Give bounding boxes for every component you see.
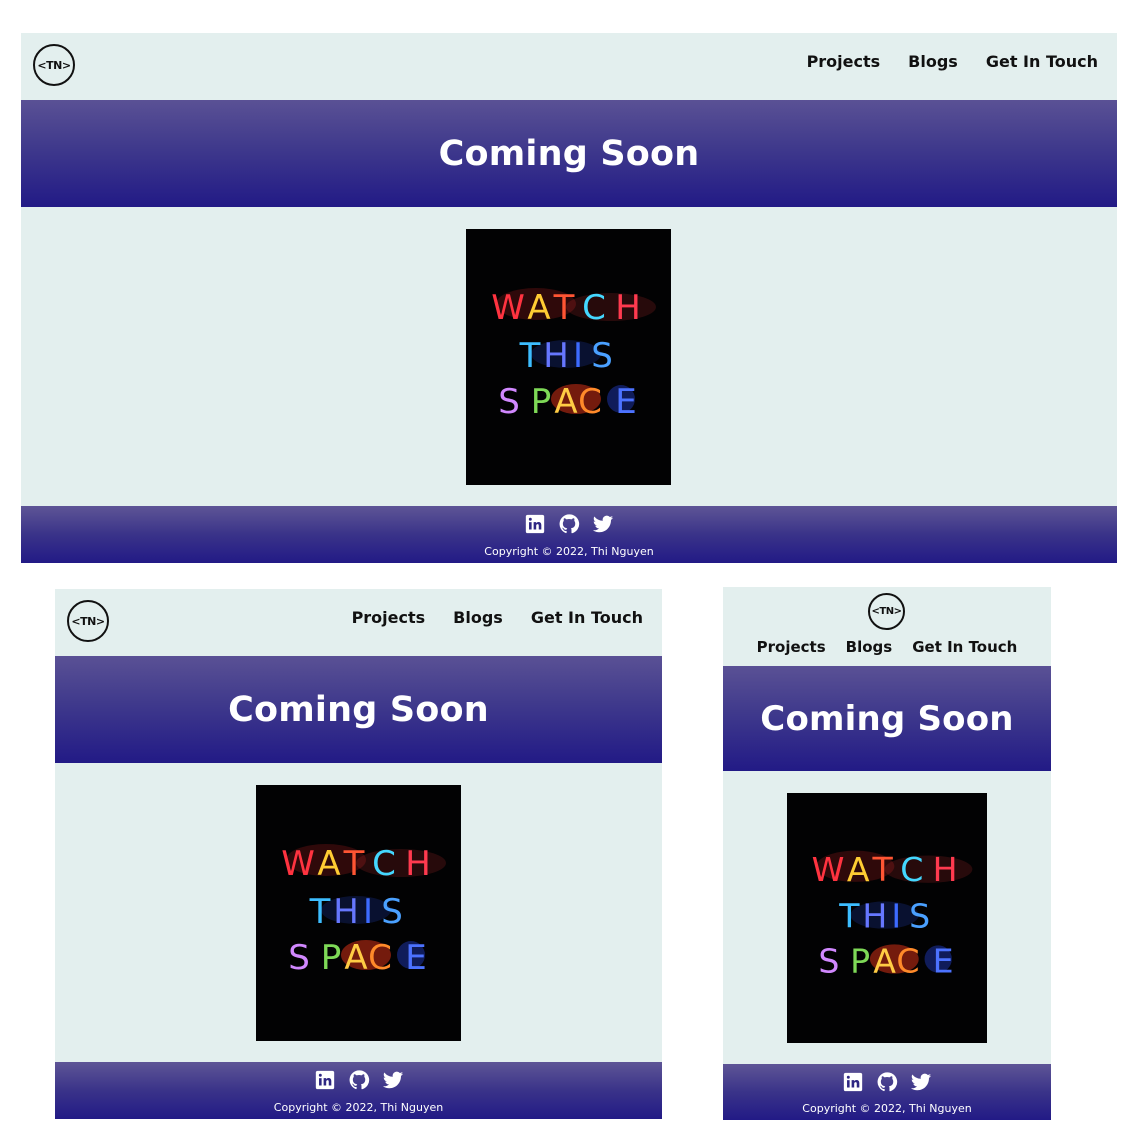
copyright-text: Copyright © 2022, Thi Nguyen — [273, 1101, 444, 1114]
main-nav: Projects Blogs Get In Touch — [807, 52, 1098, 71]
linkedin-icon[interactable] — [524, 513, 546, 535]
site-footer: Copyright © 2022, Thi Nguyen — [723, 1064, 1051, 1120]
twitter-icon[interactable] — [592, 513, 614, 535]
social-links — [55, 1069, 662, 1091]
logo[interactable]: <TN> — [67, 600, 109, 642]
nav-get-in-touch[interactable]: Get In Touch — [912, 638, 1017, 656]
tablet-preview: <TN> Projects Blogs Get In Touch Coming … — [55, 589, 662, 1119]
github-icon[interactable] — [558, 513, 580, 535]
nav-get-in-touch[interactable]: Get In Touch — [986, 52, 1098, 71]
hero-banner: Coming Soon — [723, 666, 1051, 771]
site-footer: Copyright © 2022, Thi Nguyen — [55, 1062, 662, 1119]
nav-projects[interactable]: Projects — [757, 638, 826, 656]
github-icon[interactable] — [348, 1069, 370, 1091]
page-title: Coming Soon — [438, 133, 700, 174]
hero-banner: Coming Soon — [21, 100, 1117, 207]
watch-this-space-image — [256, 785, 461, 1041]
nav-blogs[interactable]: Blogs — [453, 608, 503, 627]
github-icon[interactable] — [876, 1071, 898, 1093]
twitter-icon[interactable] — [910, 1071, 932, 1093]
site-footer: Copyright © 2022, Thi Nguyen — [21, 506, 1117, 563]
neon-sign-art — [466, 229, 671, 485]
twitter-icon[interactable] — [382, 1069, 404, 1091]
watch-this-space-image — [466, 229, 671, 485]
site-header: <TN> Projects Blogs Get In Touch — [55, 589, 662, 656]
neon-sign-art — [787, 793, 987, 1043]
watch-this-space-image — [787, 793, 987, 1043]
nav-get-in-touch[interactable]: Get In Touch — [531, 608, 643, 627]
mobile-preview: <TN> Projects Blogs Get In Touch Coming … — [723, 587, 1051, 1120]
main-nav: Projects Blogs Get In Touch — [723, 638, 1051, 656]
copyright-text: Copyright © 2022, Thi Nguyen — [484, 545, 654, 558]
page-title: Coming Soon — [228, 689, 489, 730]
site-header: <TN> Projects Blogs Get In Touch — [21, 33, 1117, 100]
logo-text: <TN> — [37, 58, 71, 72]
hero-banner: Coming Soon — [55, 656, 662, 763]
linkedin-icon[interactable] — [314, 1069, 336, 1091]
logo[interactable]: <TN> — [868, 593, 905, 630]
neon-sign-art — [256, 785, 461, 1041]
linkedin-icon[interactable] — [842, 1071, 864, 1093]
nav-projects[interactable]: Projects — [807, 52, 881, 71]
social-links — [21, 513, 1117, 535]
social-links — [723, 1071, 1051, 1093]
copyright-text: Copyright © 2022, Thi Nguyen — [802, 1102, 972, 1115]
page-title: Coming Soon — [760, 698, 1014, 739]
nav-blogs[interactable]: Blogs — [846, 638, 893, 656]
main-nav: Projects Blogs Get In Touch — [352, 608, 643, 627]
site-header: <TN> Projects Blogs Get In Touch — [723, 587, 1051, 666]
logo[interactable]: <TN> — [33, 44, 75, 86]
logo-text: <TN> — [71, 614, 105, 628]
logo-text: <TN> — [871, 606, 902, 617]
nav-blogs[interactable]: Blogs — [908, 52, 958, 71]
nav-projects[interactable]: Projects — [352, 608, 426, 627]
desktop-preview: <TN> Projects Blogs Get In Touch Coming … — [21, 33, 1117, 563]
